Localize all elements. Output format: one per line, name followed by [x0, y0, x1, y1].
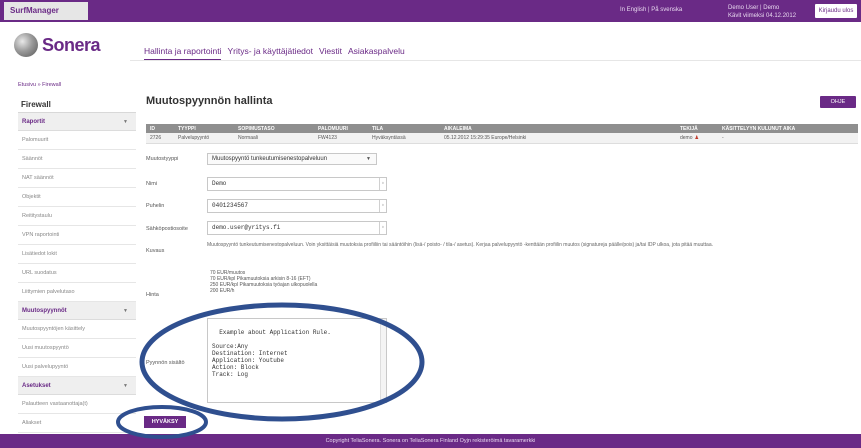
- sidebar-item-rules[interactable]: Säännöt: [18, 150, 136, 169]
- sidebar-item-aliases[interactable]: Aliakset: [18, 414, 136, 433]
- sidebar-item-logs[interactable]: Lisätiedot lokit: [18, 245, 136, 264]
- field-resize-icon: ⇕: [379, 200, 386, 212]
- content-textarea[interactable]: Example about Application Rule. Source:A…: [207, 318, 387, 403]
- table-header-row: ID TYYPPI SOPIMUSTASO PALOMUURI TILA AIK…: [146, 124, 858, 133]
- column-header[interactable]: KÄSITTELYYN KULUNUT AIKA: [718, 124, 858, 133]
- sidebar-item-routing-table[interactable]: Reititystaulu: [18, 207, 136, 226]
- field-resize-icon: ⇕: [379, 222, 386, 234]
- sidebar-section-reports[interactable]: Raportit ▼: [18, 113, 136, 131]
- approve-button[interactable]: HYVÄKSY: [144, 416, 186, 428]
- cell-elapsed: -: [718, 133, 858, 144]
- nav-divider: [130, 60, 861, 61]
- description-text: Muutospyyntö tunkeutumisenestopalveluun.…: [207, 242, 714, 248]
- chevron-down-icon: ▼: [123, 119, 128, 125]
- email-input-value: demo.user@yritys.fi: [212, 224, 281, 231]
- sidebar-section-label: Asetukset: [22, 383, 51, 389]
- sidebar-item-request-handling[interactable]: Muutospyyntöjen käsittely: [18, 320, 136, 339]
- name-input[interactable]: Demo ⇕: [207, 177, 387, 191]
- sidebar-item-url-filter[interactable]: URL suodatus: [18, 264, 136, 283]
- sidebar-section-label: Muutospyynnöt: [22, 308, 67, 314]
- user-info: Demo User | Demo Kävit viimeksi 04.12.20…: [728, 4, 808, 20]
- cell-firewall: FW4123: [314, 133, 368, 144]
- cell-id: 2726: [146, 133, 174, 144]
- sidebar-section-requests[interactable]: Muutospyynnöt ▼: [18, 302, 136, 320]
- phone-label: Puhelin: [146, 203, 165, 209]
- caret-down-icon: ▼: [366, 156, 371, 162]
- request-table: ID TYYPPI SOPIMUSTASO PALOMUURI TILA AIK…: [146, 124, 858, 144]
- nav-customer-service[interactable]: Asiakaspalvelu: [348, 46, 405, 61]
- author-name: demo: [680, 134, 693, 141]
- column-header[interactable]: TILA: [368, 124, 440, 133]
- cell-type: Palvelupyyntö: [174, 133, 234, 144]
- column-header[interactable]: PALOMUURI: [314, 124, 368, 133]
- language-links[interactable]: In English | På svenska: [620, 7, 682, 13]
- column-header[interactable]: ID: [146, 124, 174, 133]
- table-row[interactable]: 2726 Palvelupyyntö Normaali FW4123 Hyväk…: [146, 133, 858, 144]
- chevron-down-icon: ▼: [123, 308, 128, 314]
- name-label: Nimi: [146, 181, 157, 187]
- field-resize-icon: ⇕: [379, 178, 386, 190]
- column-header[interactable]: SOPIMUSTASO: [234, 124, 314, 133]
- footer: Copyright TeliaSonera. Sonera on TeliaSo…: [0, 434, 861, 448]
- sidebar-item-firewalls[interactable]: Palomuurit: [18, 131, 136, 150]
- app-brand[interactable]: SurfManager: [4, 2, 88, 20]
- phone-input[interactable]: 0401234567 ⇕: [207, 199, 387, 213]
- page-title: Muutospyynnön hallinta: [146, 95, 273, 107]
- column-header[interactable]: TEKIJÄ: [676, 124, 718, 133]
- sidebar-item-new-service-request[interactable]: Uusi palvelupyyntö: [18, 358, 136, 377]
- type-label: Muutostyyppi: [146, 156, 179, 162]
- nav-company-users[interactable]: Yritys- ja käyttäjätiedot: [227, 46, 313, 61]
- cell-status: Hyväksyntässä: [368, 133, 440, 144]
- sidebar: Firewall Raportit ▼ Palomuurit Säännöt N…: [18, 96, 136, 433]
- cell-author: demo ♟: [676, 133, 718, 144]
- person-icon[interactable]: ♟: [695, 135, 699, 141]
- type-select[interactable]: Muutospyyntö tunkeutumisenestopalveluun …: [207, 153, 377, 165]
- help-button[interactable]: OHJE: [820, 96, 856, 108]
- column-header[interactable]: AIKALEIMA: [440, 124, 676, 133]
- logout-button[interactable]: Kirjaudu ulos: [815, 4, 857, 18]
- description-label: Kuvaus: [146, 248, 165, 254]
- email-label: Sähköpostiosoite: [146, 226, 188, 232]
- top-bar: SurfManager In English | På svenska Demo…: [0, 0, 861, 22]
- sidebar-item-objects[interactable]: Objektit: [18, 188, 136, 207]
- sidebar-item-vpn-reports[interactable]: VPN raportointi: [18, 226, 136, 245]
- sonera-logo[interactable]: Sonera: [14, 30, 101, 60]
- sidebar-section-label: Raportit: [22, 119, 45, 125]
- content-label: Pyynnön sisältö: [146, 360, 185, 366]
- column-header[interactable]: TYYPPI: [174, 124, 234, 133]
- last-visit: Kävit viimeksi 04.12.2012: [728, 13, 797, 19]
- price-list: 70 EUR/muutos 70 EUR/kpl Pikamuutoksia a…: [210, 270, 317, 294]
- name-input-value: Demo: [212, 180, 227, 187]
- price-item: 200 EUR/h: [210, 288, 235, 294]
- email-input[interactable]: demo.user@yritys.fi ⇕: [207, 221, 387, 235]
- main-nav: Hallinta ja raportointi Yritys- ja käytt…: [144, 46, 405, 61]
- sidebar-section-settings[interactable]: Asetukset ▼: [18, 377, 136, 395]
- sidebar-item-service-level[interactable]: Liittymien palvelutaso: [18, 283, 136, 302]
- chevron-down-icon: ▼: [123, 383, 128, 389]
- content-textarea-value: Example about Application Rule. Source:A…: [212, 329, 331, 378]
- sidebar-item-new-change-request[interactable]: Uusi muutospyyntö: [18, 339, 136, 358]
- cell-contract-level: Normaali: [234, 133, 314, 144]
- sidebar-title: Firewall: [18, 96, 136, 113]
- price-label: Hinta: [146, 292, 159, 298]
- breadcrumb[interactable]: Etusivu » Firewall: [18, 82, 61, 88]
- user-name: Demo User | Demo: [728, 5, 780, 11]
- nav-management[interactable]: Hallinta ja raportointi: [144, 46, 222, 61]
- nav-messages[interactable]: Viestit: [319, 46, 342, 61]
- sidebar-item-feedback-recipients[interactable]: Palautteen vastaanottaja(t): [18, 395, 136, 414]
- logo-name: Sonera: [42, 34, 101, 55]
- phone-input-value: 0401234567: [212, 202, 249, 209]
- textarea-scrollbar[interactable]: [380, 319, 386, 402]
- sidebar-item-nat-rules[interactable]: NAT säännöt: [18, 169, 136, 188]
- type-select-value: Muutospyyntö tunkeutumisenestopalveluun: [212, 156, 328, 162]
- sonera-logo-icon: [14, 33, 38, 57]
- cell-timestamp: 05.12.2012 15:29:35 Europe/Helsinki: [440, 133, 676, 144]
